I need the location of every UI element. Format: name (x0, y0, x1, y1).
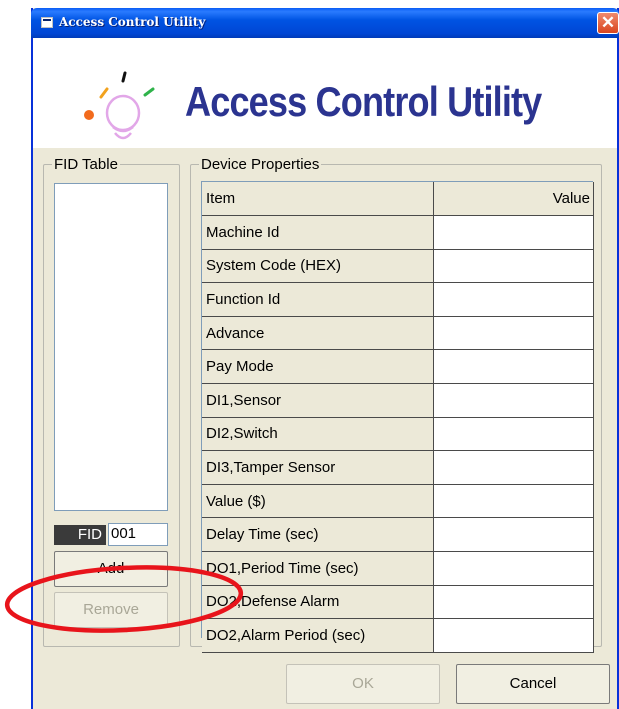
fid-table-group: FID Table FID 001 Add Remove (43, 156, 180, 647)
table-row[interactable]: DI1,Sensor (202, 383, 594, 418)
row-value-cell[interactable] (433, 417, 594, 452)
row-item: DO2,Alarm Period (sec) (202, 618, 435, 653)
fid-tag-label: FID (54, 525, 106, 545)
row-value-cell[interactable] (433, 585, 594, 620)
row-item: Advance (202, 316, 435, 351)
row-item: DI2,Switch (202, 417, 435, 452)
row-value-cell[interactable] (433, 383, 594, 418)
row-item: DO2,Defense Alarm (202, 585, 435, 620)
table-row[interactable]: System Code (HEX) (202, 249, 594, 284)
row-item: Value ($) (202, 484, 435, 519)
table-row[interactable]: DI3,Tamper Sensor (202, 450, 594, 485)
table-row[interactable]: Advance (202, 316, 594, 351)
row-item: DI3,Tamper Sensor (202, 450, 435, 485)
row-item: Delay Time (sec) (202, 517, 435, 553)
row-value-cell[interactable] (433, 249, 594, 284)
row-value-cell[interactable] (433, 215, 594, 250)
row-value-cell[interactable] (433, 282, 594, 317)
row-item: DI1,Sensor (202, 383, 435, 418)
table-row[interactable]: Machine Id (202, 215, 594, 250)
fid-list[interactable] (54, 183, 168, 511)
ok-button[interactable]: OK (286, 664, 440, 704)
row-item: Function Id (202, 282, 435, 317)
lightbulb-logo-icon (84, 71, 155, 140)
table-row[interactable]: DO1,Period Time (sec) (202, 551, 594, 586)
banner-title: Access Control Utility (185, 78, 542, 125)
row-item: Pay Mode (202, 349, 435, 385)
row-value-cell[interactable] (433, 349, 594, 385)
table-row[interactable]: DO2,Alarm Period (sec) (202, 618, 594, 653)
row-item: Machine Id (202, 215, 435, 250)
close-button[interactable]: ✕ (597, 12, 619, 34)
table-row[interactable]: Function Id (202, 282, 594, 317)
table-row[interactable]: DI2,Switch (202, 417, 594, 452)
app-icon (41, 17, 53, 28)
table-row[interactable]: Value ($) (202, 484, 594, 519)
banner: Access Control Utility (33, 38, 617, 148)
row-value-cell[interactable] (433, 618, 594, 653)
device-properties-label: Device Properties (199, 156, 322, 173)
row-item: DO1,Period Time (sec) (202, 551, 435, 586)
row-value-cell[interactable] (433, 316, 594, 351)
column-header-item: Item (202, 182, 435, 217)
row-item: System Code (HEX) (202, 249, 435, 284)
cancel-button[interactable]: Cancel (456, 664, 610, 704)
window-title: Access Control Utility (59, 15, 206, 29)
row-value-cell[interactable] (433, 551, 594, 586)
grid-header-row: Item Value (202, 182, 594, 217)
row-value-cell[interactable] (433, 450, 594, 485)
app-window: Access Control Utility ✕ Access Control … (31, 8, 619, 709)
fid-table-label: FID Table (52, 156, 120, 173)
add-button[interactable]: Add (54, 551, 168, 587)
column-header-value: Value (433, 182, 594, 217)
table-row[interactable]: DO2,Defense Alarm (202, 585, 594, 620)
properties-grid[interactable]: Item Value Machine Id System Code (HEX) … (201, 181, 594, 653)
row-value-cell[interactable] (433, 517, 594, 553)
row-value-cell[interactable] (433, 484, 594, 519)
table-row[interactable]: Pay Mode (202, 349, 594, 385)
device-properties-group: Device Properties Item Value Machine Id … (190, 156, 602, 653)
fid-input[interactable]: 001 (108, 523, 168, 546)
remove-button[interactable]: Remove (54, 592, 168, 628)
title-bar[interactable]: Access Control Utility ✕ (31, 8, 619, 38)
table-row[interactable]: Delay Time (sec) (202, 517, 594, 553)
